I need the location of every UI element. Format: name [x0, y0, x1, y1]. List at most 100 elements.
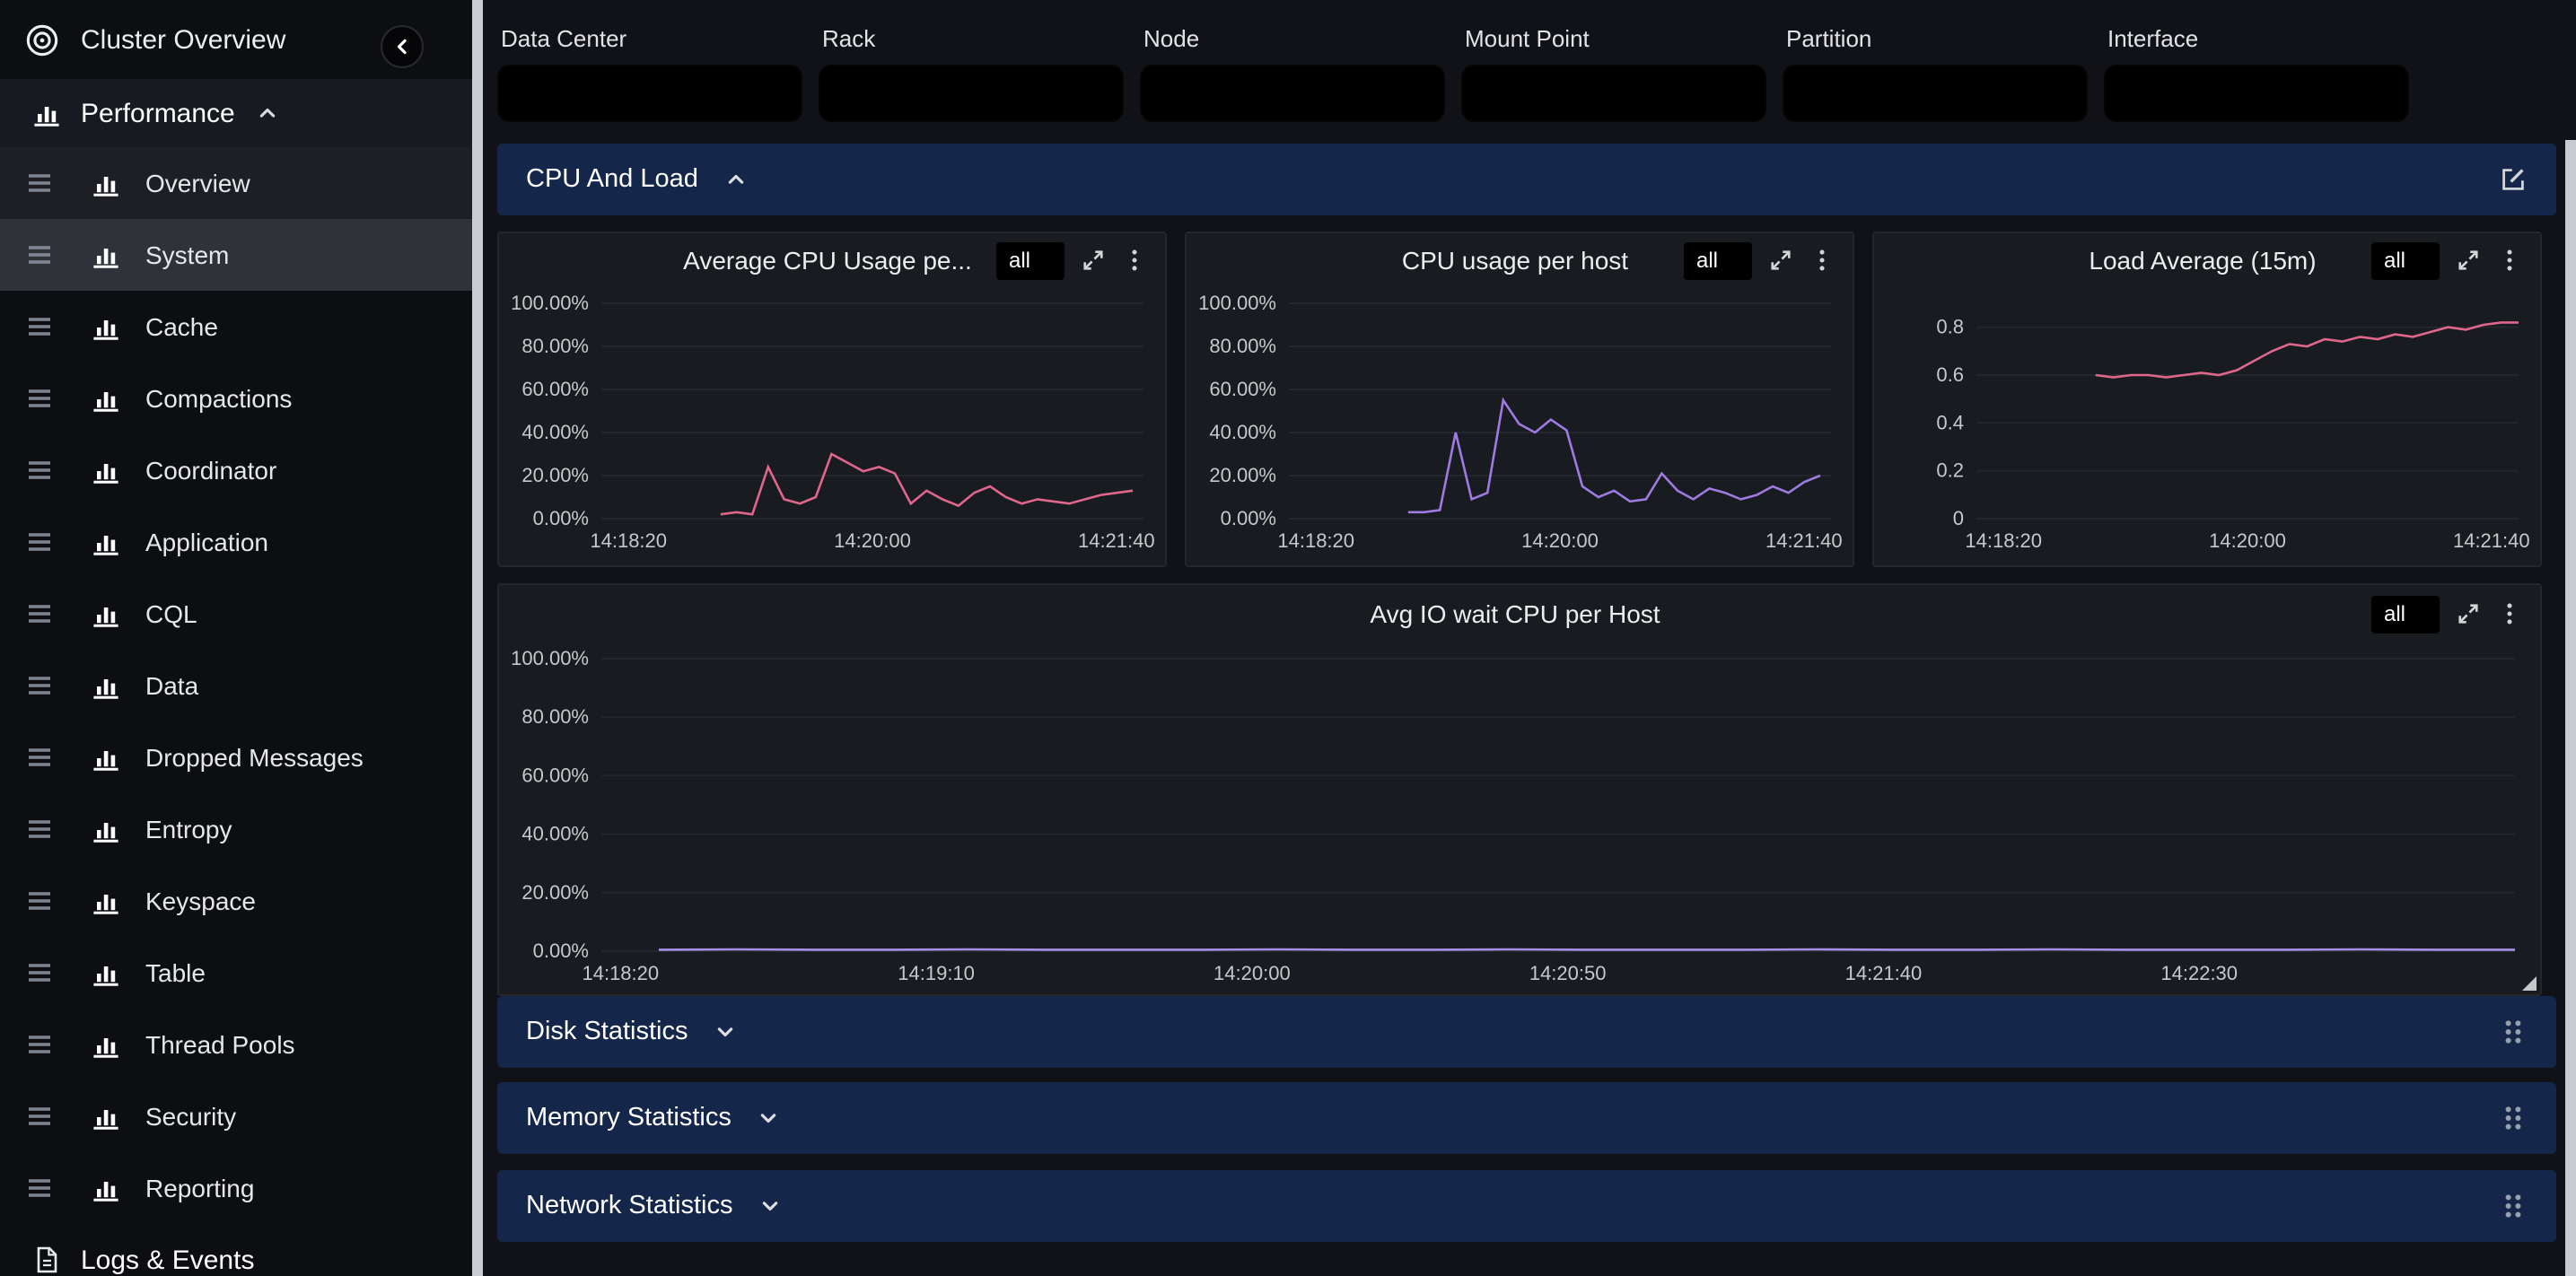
sidebar-item-system[interactable]: System	[0, 219, 472, 291]
filter-interface: Interface	[2104, 18, 2409, 122]
expand-panel-button[interactable]	[1081, 248, 1106, 273]
chevron-up-icon	[255, 101, 280, 126]
interface-input[interactable]	[2104, 65, 2409, 122]
host-select[interactable]: all	[996, 241, 1065, 279]
app-window: Cluster Overview Performance Overview Sy…	[0, 0, 2576, 1276]
sidebar-item-application[interactable]: Application	[0, 506, 472, 578]
drag-handle-icon[interactable]	[25, 384, 54, 413]
edit-icon	[2499, 165, 2528, 194]
drag-handle-icon[interactable]	[25, 743, 54, 772]
panel-menu-button[interactable]	[2497, 601, 2522, 626]
row-title: Network Statistics	[526, 1192, 732, 1220]
drag-handle-icon[interactable]	[25, 1174, 54, 1202]
sidebar-item-thread-pools[interactable]: Thread Pools	[0, 1009, 472, 1080]
svg-text:14:20:00: 14:20:00	[834, 529, 911, 552]
expand-panel-button[interactable]	[2456, 248, 2481, 273]
svg-text:100.00%: 100.00%	[511, 292, 589, 314]
panel-menu-button[interactable]	[1809, 248, 1835, 273]
expand-icon	[1768, 248, 1793, 273]
chart-cpu-usage-per-host[interactable]: 0.00%20.00%40.00%60.00%80.00%100.00%14:1…	[1187, 287, 1853, 558]
svg-text:14:21:40: 14:21:40	[1078, 529, 1155, 552]
row-network-statistics[interactable]: Network Statistics	[497, 1170, 2556, 1242]
sidebar-section-performance[interactable]: Performance	[0, 79, 472, 147]
chart-average-cpu-usage[interactable]: 0.00%20.00%40.00%60.00%80.00%100.00%14:1…	[499, 287, 1165, 558]
bar-chart-icon	[92, 887, 120, 915]
drag-grip-icon[interactable]	[2499, 1104, 2528, 1132]
sidebar-item-security[interactable]: Security	[0, 1080, 472, 1152]
sidebar-item-entropy[interactable]: Entropy	[0, 793, 472, 865]
sidebar-collapse-button[interactable]	[381, 25, 424, 68]
row-memory-statistics[interactable]: Memory Statistics	[497, 1082, 2556, 1154]
panel-title[interactable]: Average CPU Usage pe...	[675, 246, 980, 275]
sidebar-item-reporting[interactable]: Reporting	[0, 1152, 472, 1224]
sidebar-item-table[interactable]: Table	[0, 937, 472, 1009]
sidebar-item-coordinator[interactable]: Coordinator	[0, 434, 472, 506]
host-select[interactable]: all	[2371, 241, 2440, 279]
kebab-menu-icon	[2497, 248, 2522, 273]
panel-title[interactable]: CPU usage per host	[1362, 246, 1668, 275]
drag-grip-icon[interactable]	[2499, 1192, 2528, 1220]
sidebar-item-logs-events[interactable]: Logs & Events	[0, 1224, 472, 1276]
sidebar-item-dropped-messages[interactable]: Dropped Messages	[0, 721, 472, 793]
svg-text:0.00%: 0.00%	[533, 940, 589, 962]
drag-handle-icon[interactable]	[25, 815, 54, 843]
sidebar-item-keyspace[interactable]: Keyspace	[0, 865, 472, 937]
sidebar-item-cql[interactable]: CQL	[0, 578, 472, 650]
expand-panel-button[interactable]	[2456, 601, 2481, 626]
edit-row-button[interactable]	[2499, 165, 2528, 194]
page-scrollbar[interactable]	[2565, 140, 2576, 1276]
drag-grip-icon[interactable]	[2499, 1018, 2528, 1046]
partition-input[interactable]	[1783, 65, 2088, 122]
sidebar-item-compactions[interactable]: Compactions	[0, 363, 472, 434]
drag-handle-icon[interactable]	[25, 312, 54, 341]
sidebar-item-label: Table	[145, 958, 206, 987]
row-cpu-and-load[interactable]: CPU And Load	[497, 144, 2556, 215]
chevron-down-icon	[714, 1019, 739, 1044]
sidebar-item-data[interactable]: Data	[0, 650, 472, 721]
node-input[interactable]	[1140, 65, 1445, 122]
sidebar-item-cache[interactable]: Cache	[0, 291, 472, 363]
filter-bar: Data Center Rack Node Mount Point Partit…	[497, 18, 2556, 122]
sidebar-item-overview[interactable]: Overview	[0, 147, 472, 219]
sidebar-scrollbar[interactable]	[472, 0, 483, 1276]
bar-chart-icon	[92, 384, 120, 413]
chart-load-average[interactable]: 00.20.40.60.814:18:2014:20:0014:21:40	[1874, 287, 2540, 558]
panel-resize-handle[interactable]	[2522, 976, 2537, 991]
sidebar-item-label: Thread Pools	[145, 1030, 295, 1059]
cpu-panels-row: Average CPU Usage pe... all 0.00%20.00%4…	[497, 232, 2556, 567]
host-select[interactable]: all	[1684, 241, 1752, 279]
svg-text:14:20:00: 14:20:00	[1214, 962, 1291, 984]
drag-handle-icon[interactable]	[25, 599, 54, 628]
panel-menu-button[interactable]	[2497, 248, 2522, 273]
drag-handle-icon[interactable]	[25, 240, 54, 269]
host-select[interactable]: all	[2371, 595, 2440, 633]
panel-title[interactable]: Avg IO wait CPU per Host	[675, 599, 2355, 628]
drag-handle-icon[interactable]	[25, 1030, 54, 1059]
drag-handle-icon[interactable]	[25, 671, 54, 700]
data-center-input[interactable]	[497, 65, 802, 122]
row-disk-statistics[interactable]: Disk Statistics	[497, 996, 2556, 1068]
bar-chart-icon	[92, 743, 120, 772]
drag-handle-icon[interactable]	[25, 958, 54, 987]
mount-point-input[interactable]	[1461, 65, 1766, 122]
drag-handle-icon[interactable]	[25, 1102, 54, 1131]
expand-panel-button[interactable]	[1768, 248, 1793, 273]
panel-header: CPU usage per host all	[1187, 233, 1853, 287]
panel-menu-button[interactable]	[1122, 248, 1147, 273]
filter-rack: Rack	[819, 18, 1124, 122]
drag-handle-icon[interactable]	[25, 169, 54, 197]
panel-title[interactable]: Load Average (15m)	[2050, 246, 2355, 275]
svg-text:0.8: 0.8	[1936, 316, 1964, 338]
sidebar-item-label: Dropped Messages	[145, 743, 364, 772]
svg-text:60.00%: 60.00%	[1209, 378, 1276, 400]
drag-handle-icon[interactable]	[25, 887, 54, 915]
drag-handle-icon[interactable]	[25, 456, 54, 485]
section-label: Logs & Events	[81, 1245, 254, 1275]
sidebar: Cluster Overview Performance Overview Sy…	[0, 0, 483, 1276]
filter-node: Node	[1140, 18, 1445, 122]
chart-avg-io-wait[interactable]: 0.00%20.00%40.00%60.00%80.00%100.00%14:1…	[499, 642, 2537, 991]
chevron-down-icon	[758, 1193, 783, 1219]
drag-handle-icon[interactable]	[25, 528, 54, 556]
rack-input[interactable]	[819, 65, 1124, 122]
filter-label: Interface	[2107, 25, 2409, 52]
